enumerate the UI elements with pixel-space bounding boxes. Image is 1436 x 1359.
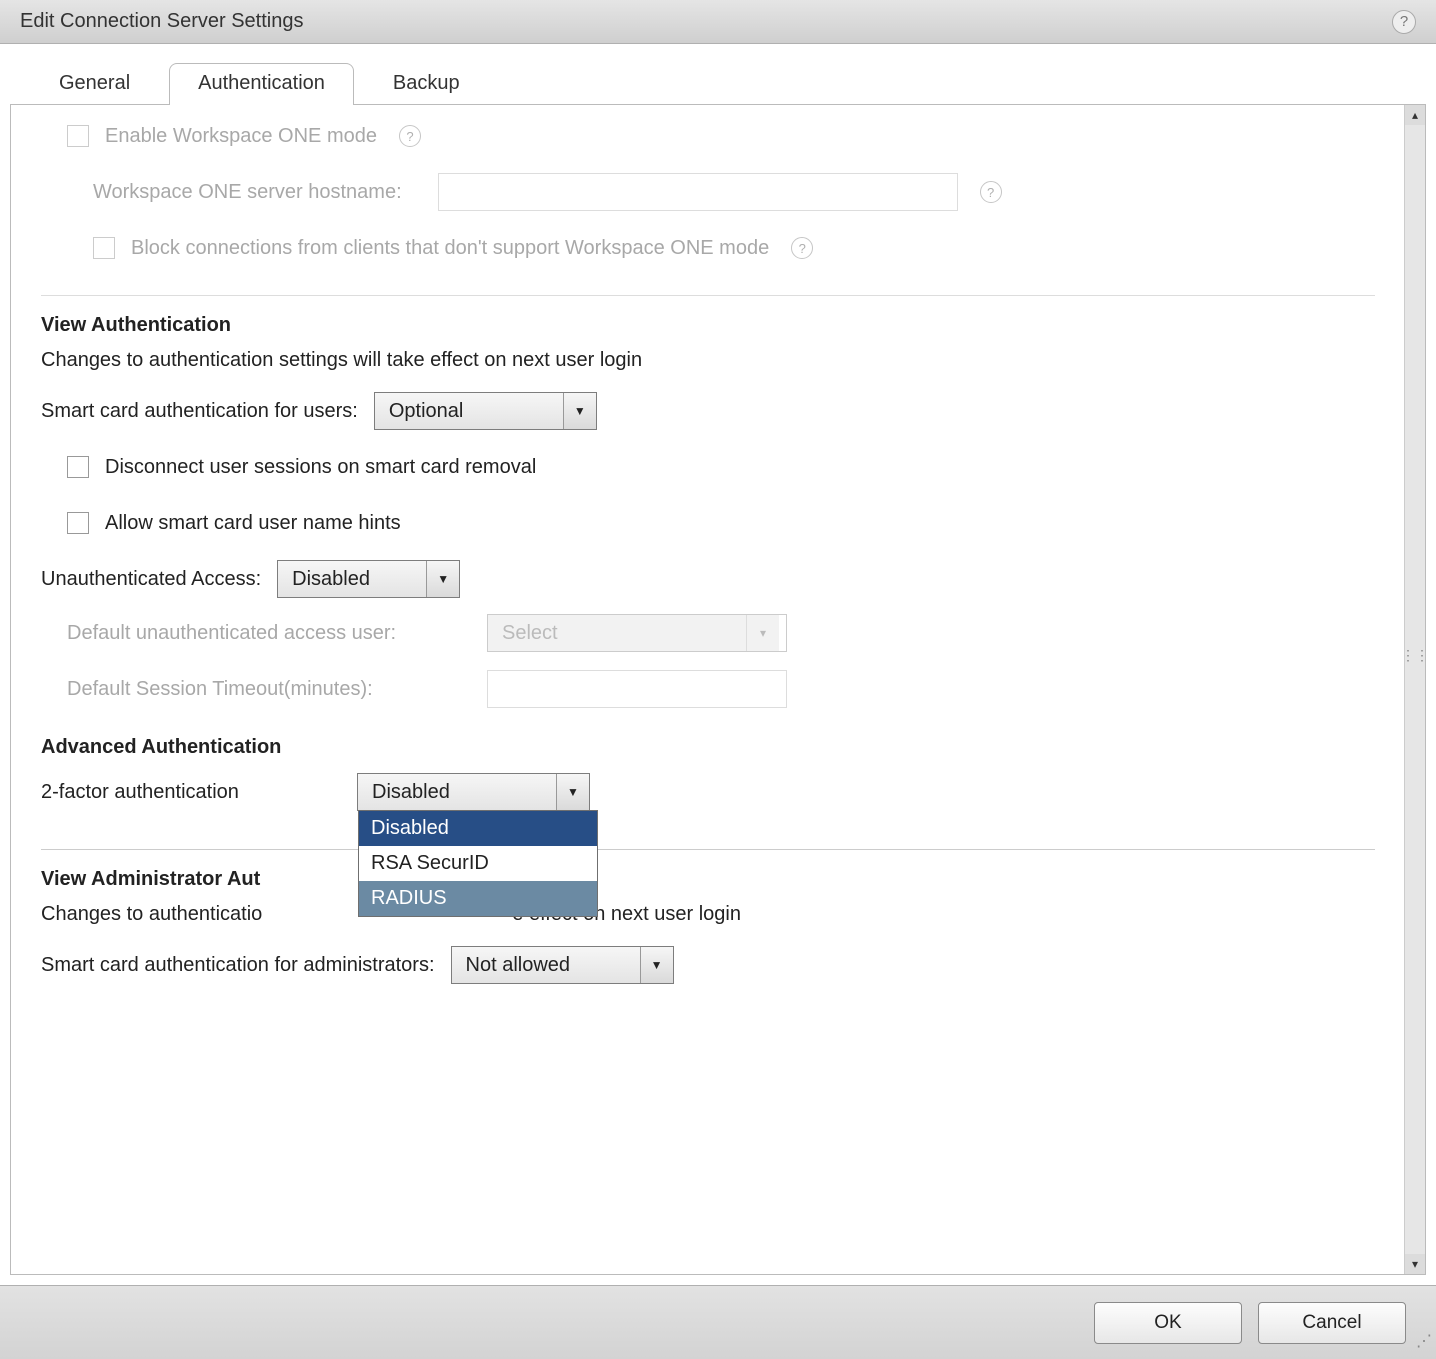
option-radius[interactable]: RADIUS (359, 881, 597, 916)
checkbox-block-connections (93, 237, 115, 259)
admin-auth-note: Changes to authenticatioe effect on next… (41, 903, 1375, 926)
option-disabled[interactable]: Disabled (359, 811, 597, 846)
label-allow-hints: Allow smart card user name hints (105, 512, 401, 535)
select-smartcard-users-value: Optional (375, 393, 563, 429)
select-smartcard-admins[interactable]: Not allowed ▼ (451, 946, 674, 984)
row-two-factor: 2-factor authentication Disabled ▼ Disab… (41, 771, 1375, 813)
select-default-unauth-user-value: Select (488, 615, 746, 651)
label-smartcard-admins: Smart card authentication for administra… (41, 954, 435, 977)
row-smartcard-users: Smart card authentication for users: Opt… (41, 390, 1375, 432)
select-two-factor-value: Disabled (358, 774, 556, 810)
row-workspace-one-hostname: Workspace ONE server hostname: ? (93, 171, 1375, 213)
divider (41, 849, 1375, 850)
select-two-factor[interactable]: Disabled ▼ Disabled RSA SecurID RADIUS (357, 773, 590, 811)
content: Enable Workspace ONE mode ? Workspace ON… (11, 105, 1405, 1274)
button-bar: OK Cancel ⋰ (0, 1285, 1436, 1359)
checkbox-enable-workspace-one (67, 125, 89, 147)
label-two-factor: 2-factor authentication (41, 781, 341, 804)
row-block-connections: Block connections from clients that don'… (93, 227, 1375, 269)
resize-grip-icon[interactable]: ⋰ (1416, 1339, 1434, 1357)
row-allow-hints: Allow smart card user name hints (67, 502, 1375, 544)
help-icon[interactable]: ? (791, 237, 813, 259)
help-icon[interactable]: ? (1392, 10, 1416, 34)
scroll-up-icon[interactable]: ▴ (1405, 105, 1425, 125)
row-disconnect-on-removal: Disconnect user sessions on smart card r… (67, 446, 1375, 488)
checkbox-disconnect-on-removal[interactable] (67, 456, 89, 478)
input-default-session-timeout (487, 670, 787, 708)
select-unauth-access-value: Disabled (278, 561, 426, 597)
select-smartcard-users[interactable]: Optional ▼ (374, 392, 597, 430)
ok-button[interactable]: OK (1094, 1302, 1242, 1344)
dropdown-two-factor: Disabled RSA SecurID RADIUS (358, 810, 598, 917)
label-default-unauth-user: Default unauthenticated access user: (67, 622, 427, 645)
chevron-down-icon: ▼ (640, 947, 673, 983)
titlebar: Edit Connection Server Settings ? (0, 0, 1436, 44)
window-title: Edit Connection Server Settings (20, 10, 304, 33)
tab-strip: General Authentication Backup (0, 44, 1436, 104)
scroll-down-icon[interactable]: ▾ (1405, 1254, 1425, 1274)
section-admin-auth-title: View Administrator Aut (41, 868, 1375, 891)
checkbox-allow-hints[interactable] (67, 512, 89, 534)
tab-general[interactable]: General (30, 63, 159, 105)
cancel-button[interactable]: Cancel (1258, 1302, 1406, 1344)
scrollbar-vertical[interactable]: ▴ ⋮⋮ ▾ (1404, 105, 1425, 1274)
section-advanced-auth: Advanced Authentication 2-factor authent… (41, 736, 1375, 813)
help-icon[interactable]: ? (399, 125, 421, 147)
label-block-connections: Block connections from clients that don'… (131, 237, 769, 260)
label-smartcard-users: Smart card authentication for users: (41, 400, 358, 423)
edit-connection-server-settings-window: Edit Connection Server Settings ? Genera… (0, 0, 1436, 1359)
row-enable-workspace-one: Enable Workspace ONE mode ? (67, 115, 1375, 157)
view-auth-note: Changes to authentication settings will … (41, 349, 1375, 372)
label-enable-workspace-one: Enable Workspace ONE mode (105, 125, 377, 148)
chevron-down-icon: ▼ (426, 561, 459, 597)
label-default-session-timeout: Default Session Timeout(minutes): (67, 678, 427, 701)
select-unauth-access[interactable]: Disabled ▼ (277, 560, 460, 598)
row-unauth-access: Unauthenticated Access: Disabled ▼ (41, 558, 1375, 600)
tab-backup[interactable]: Backup (364, 63, 489, 105)
unauth-subgrid: Default unauthenticated access user: Sel… (67, 614, 1375, 708)
chevron-down-icon: ▾ (746, 615, 779, 651)
section-view-authentication-title: View Authentication (41, 314, 1375, 337)
help-icon[interactable]: ? (980, 181, 1002, 203)
divider (41, 295, 1375, 296)
chevron-down-icon: ▼ (563, 393, 596, 429)
scrollbar-size-grip[interactable]: ⋮⋮ (1405, 643, 1425, 669)
select-smartcard-admins-value: Not allowed (452, 947, 640, 983)
option-rsa-securid[interactable]: RSA SecurID (359, 846, 597, 881)
label-disconnect-on-removal: Disconnect user sessions on smart card r… (105, 456, 536, 479)
row-smartcard-admins: Smart card authentication for administra… (41, 944, 1375, 986)
section-advanced-auth-title: Advanced Authentication (41, 736, 1375, 759)
tab-authentication[interactable]: Authentication (169, 63, 354, 105)
chevron-down-icon: ▼ (556, 774, 589, 810)
select-default-unauth-user: Select ▾ (487, 614, 787, 652)
label-workspace-one-hostname: Workspace ONE server hostname: (93, 181, 402, 204)
label-unauth-access: Unauthenticated Access: (41, 568, 261, 591)
content-frame: Enable Workspace ONE mode ? Workspace ON… (10, 104, 1426, 1275)
input-workspace-one-hostname (438, 173, 958, 211)
